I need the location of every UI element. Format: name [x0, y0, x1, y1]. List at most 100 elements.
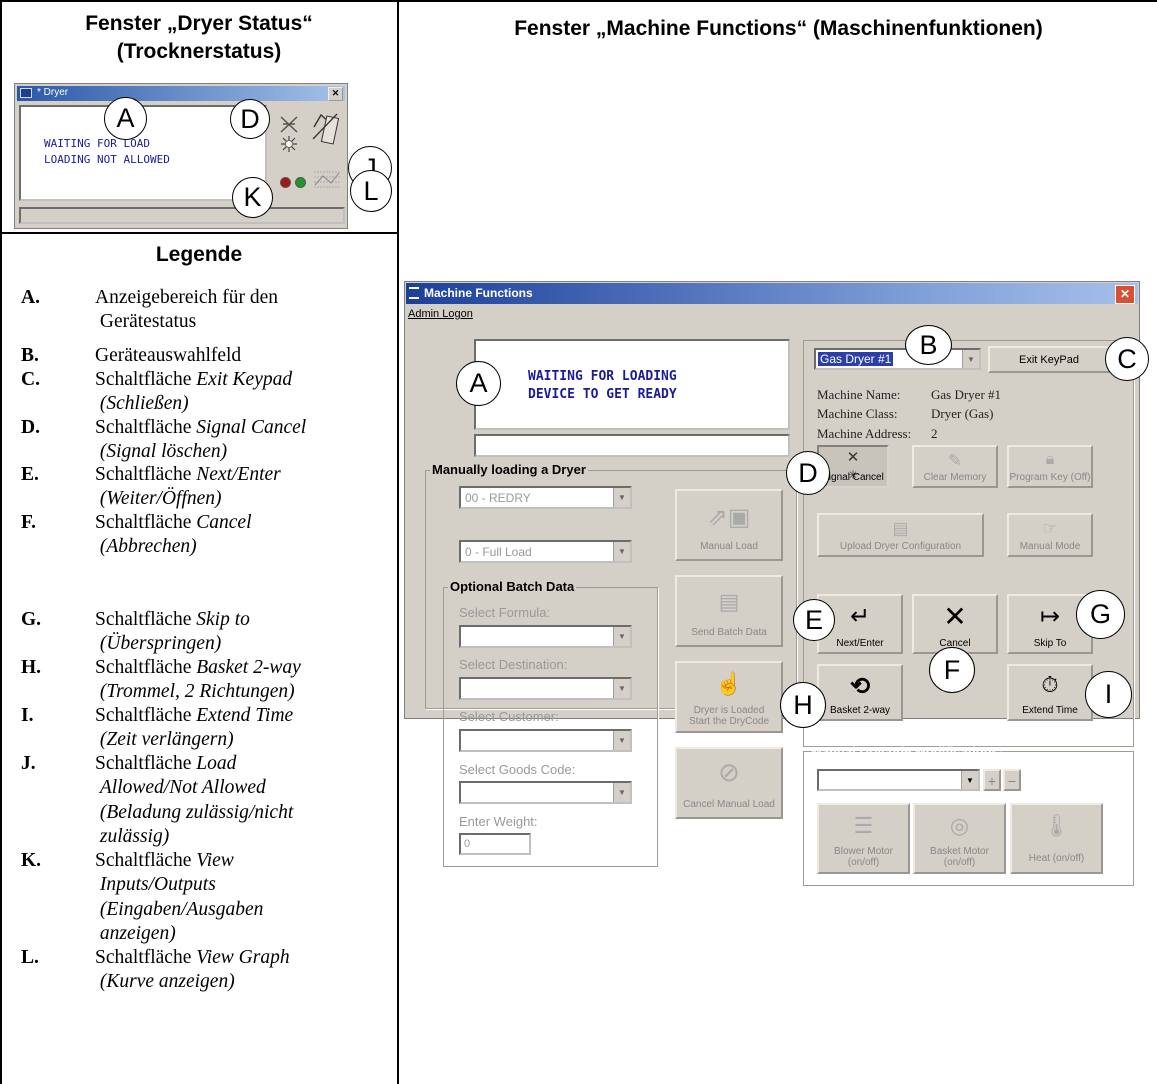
program-key-button: 🔒︎ Program Key (Off) — [1007, 445, 1093, 488]
extend-time-button[interactable]: ⏱︎ Extend Time — [1007, 664, 1093, 721]
blower-motor-label: Blower Motor (on/off) — [819, 846, 908, 868]
blower-motor-line-2: (on/off) — [847, 857, 880, 868]
legend-key: G. — [21, 609, 42, 630]
manual-load-button: ⇗▣ Manual Load — [675, 489, 783, 561]
close-icon[interactable]: ✕ — [328, 87, 343, 101]
legend-italic: Basket 2-way — [196, 657, 301, 678]
close-icon[interactable]: ✕ — [1115, 285, 1135, 304]
dryer-loaded-button: ☝ Dryer is Loaded Start the DryCode — [675, 661, 783, 733]
legend-italic: Skip to — [196, 609, 250, 630]
minus-button[interactable]: − — [1003, 769, 1021, 791]
column-divider — [397, 0, 399, 1084]
chevron-down-icon: ▼ — [613, 488, 630, 507]
heat-button: 🌡︎ Heat (on/off) — [1010, 803, 1103, 874]
callout-e: E — [793, 599, 835, 641]
clear-memory-label: Clear Memory — [923, 472, 987, 483]
legend-text: Schaltfläche Cancel (Abbrechen) — [95, 511, 385, 560]
signal-cancel-icon[interactable] — [277, 114, 303, 154]
callout-d-mf: D — [786, 451, 830, 495]
callout-c: C — [1105, 337, 1149, 381]
dryer-status-bar — [19, 207, 345, 224]
dryer-loaded-line-2: Start the DryCode — [688, 716, 770, 727]
legend-italic: View Graph — [196, 947, 290, 968]
legend-italic-2: (Kurve anzeigen) — [99, 971, 235, 993]
legend-text: Schaltfläche Skip to (Überspringen) — [95, 608, 385, 657]
legend-italic: Exit Keypad — [196, 369, 293, 390]
legend-key: B. — [21, 345, 39, 366]
legend-text: Schaltfläche Extend Time (Zeit verlänger… — [95, 704, 385, 753]
manual-mode-button: ☞ Manual Mode — [1007, 513, 1093, 557]
dryer-status-window: * Dryer ✕ WAITING FOR LOAD LOADING NOT A… — [14, 83, 348, 229]
window-icon — [409, 287, 419, 299]
blower-icon: ☰ — [853, 813, 874, 838]
dryer-loaded-label: Dryer is Loaded Start the DryCode — [677, 705, 781, 727]
callout-h: H — [780, 682, 826, 728]
basket-2way-label: Basket 2-way — [829, 705, 891, 716]
customer-select: ▼ — [459, 729, 632, 752]
legend-plain: Schaltfläche — [95, 609, 197, 630]
hand-icon: ☝ — [715, 671, 743, 696]
load-allowed-icon[interactable] — [311, 109, 341, 147]
output-led-green-icon[interactable] — [295, 177, 306, 188]
manual-load-icon: ⇗▣ — [707, 504, 751, 531]
legend-italic: Extend Time — [196, 705, 294, 726]
drycode-select-value: 00 - REDRY — [465, 491, 531, 505]
legend-italic-2: (Zeit verlängern) — [99, 729, 234, 751]
legend-plain: Schaltfläche — [95, 417, 197, 438]
input-led-red-icon[interactable] — [280, 177, 291, 188]
upload-config-label: Upload Dryer Configuration — [839, 541, 962, 552]
callout-d: D — [230, 99, 270, 139]
destination-select: ▼ — [459, 677, 632, 700]
wand-icon: ✎ — [947, 451, 963, 470]
legend-italic: Signal Cancel — [196, 417, 307, 438]
legend-key: L. — [21, 947, 39, 968]
mf-status-subfield — [474, 434, 790, 457]
mf-status-display: WAITING FOR LOADING DEVICE TO GET READY — [474, 339, 790, 430]
legend-plain: Schaltfläche — [95, 947, 197, 968]
callout-l: L — [350, 170, 392, 212]
basket-2way-button[interactable]: ⟲ Basket 2-way — [817, 664, 903, 721]
destination-label: Select Destination: — [459, 657, 568, 672]
manual-mode-label: Manual Mode — [1019, 541, 1081, 552]
cancel-button[interactable]: ✕ Cancel — [912, 594, 998, 654]
legend-italic-2: (Überspringen) — [99, 633, 222, 655]
weight-input: 0 — [459, 833, 531, 855]
thermometer-icon: 🌡︎ — [1042, 813, 1071, 838]
legend-italic-4: zulässig) — [99, 825, 170, 847]
dryer-status-line-1: WAITING FOR LOAD — [44, 137, 150, 150]
cancel-manual-load-button: ⊘ Cancel Manual Load — [675, 747, 783, 819]
legend-italic-2: (Trommel, 2 Richtungen) — [99, 681, 295, 703]
mf-window-title: Machine Functions — [424, 286, 533, 300]
send-batch-button: ▤ Send Batch Data — [675, 575, 783, 647]
legend-plain: Geräteauswahlfeld — [95, 345, 242, 366]
formula-label: Select Formula: — [459, 605, 551, 620]
callout-i: I — [1085, 671, 1132, 718]
legend-italic-3: (Eingaben/Ausgaben — [99, 898, 264, 920]
graph-icon[interactable] — [313, 169, 341, 191]
legend-plain: Schaltfläche — [95, 512, 197, 533]
plus-button[interactable]: + — [983, 769, 1001, 791]
legend-italic: Load — [196, 753, 237, 774]
weight-value: 0 — [464, 838, 471, 850]
top-border — [0, 0, 1157, 2]
customer-label: Select Customer: — [459, 709, 559, 724]
computer-icon: ▤ — [892, 519, 909, 538]
skip-to-label: Skip To — [1033, 638, 1067, 649]
basket-motor-button: ◎ Basket Motor (on/off) — [913, 803, 1006, 874]
window-icon — [20, 88, 32, 98]
basket-motor-line-2: (on/off) — [943, 857, 976, 868]
legend-key: I. — [21, 705, 34, 726]
legend-key: F. — [21, 512, 36, 533]
legend-text: Schaltfläche Basket 2-way (Trommel, 2 Ri… — [95, 656, 385, 705]
legend-plain: Schaltfläche — [95, 705, 197, 726]
lock-icon: 🔒︎ — [1045, 451, 1055, 468]
legend-italic-3: (Beladung zulässig/nicht — [99, 801, 294, 823]
drum-icon: ◎ — [949, 813, 970, 838]
legend-plain: Anzeigebereich für den — [95, 287, 278, 308]
drycode-mods-title: Manual Drycode Modifications: — [811, 744, 1004, 759]
legend-key: C. — [21, 369, 40, 390]
callout-a-mf: A — [456, 361, 501, 406]
menu-admin-logon[interactable]: Admin Logon — [408, 308, 473, 320]
cancel-load-icon: ⊘ — [718, 757, 740, 787]
legend-key: J. — [21, 753, 36, 774]
